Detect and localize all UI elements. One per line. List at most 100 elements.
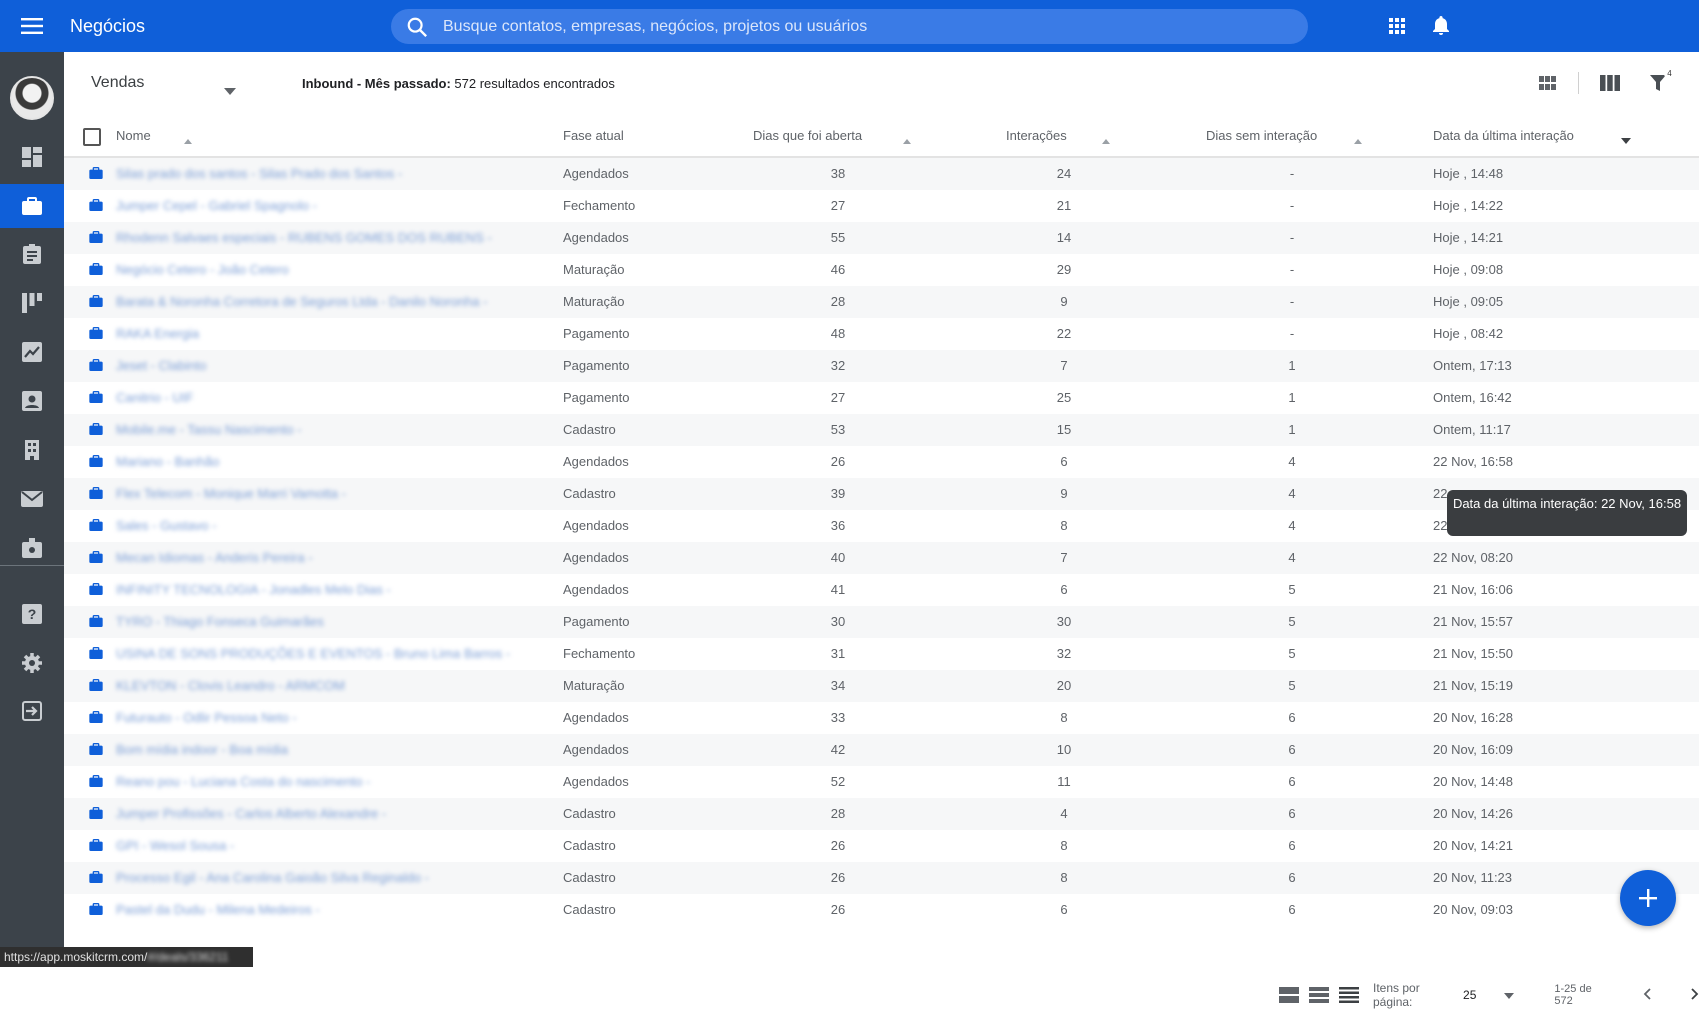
deal-name-link[interactable]: Pastel da Dudu - Milena Medeiros - <box>116 902 320 917</box>
deal-name-link[interactable]: TYRO - Thiago Fonseca Guimarães <box>116 614 324 629</box>
density-compact-icon[interactable] <box>1339 985 1359 1005</box>
chevron-left-icon[interactable] <box>1643 987 1651 1003</box>
table-row[interactable]: Silas prado dos santos - Silas Prado dos… <box>64 158 1699 190</box>
deal-name-link[interactable]: Flex Telecom - Monique Marri Vamotta - <box>116 486 346 501</box>
case-icon[interactable] <box>0 526 64 570</box>
deal-name-link[interactable]: Rhodenn Salvaes especiais - RUBENS GOMES… <box>116 230 492 245</box>
deal-days-without: 6 <box>1288 902 1296 917</box>
table-row[interactable]: Bom mídia indoor - Boa mídia Agendados 42 1… <box>64 734 1699 766</box>
table-row[interactable]: Processo Egil - Ana Carolina Gaioão Silv… <box>64 862 1699 894</box>
table-row[interactable]: Barata & Noronha Corretora de Seguros Lt… <box>64 286 1699 318</box>
clipboard-icon[interactable] <box>0 232 64 276</box>
search-input[interactable] <box>443 17 1283 36</box>
mail-icon[interactable] <box>0 477 64 521</box>
deal-name-link[interactable]: Jumper Cepel - Gabriel Spagnolo - <box>116 198 317 213</box>
deal-name-link[interactable]: Canitrio - UIF <box>116 390 193 405</box>
table-row[interactable]: INFINITY TECNOLOGIA - Jonadles Melo Dias… <box>64 574 1699 606</box>
deal-name-link[interactable]: Jumper Profissões - Carlos Alberto Alexa… <box>116 806 386 821</box>
table-row[interactable]: Reano pou - Luciana Costa do nascimento … <box>64 766 1699 798</box>
chevron-right-icon[interactable] <box>1691 987 1699 1003</box>
sort-up-icon[interactable] <box>1354 132 1362 147</box>
deal-name-link[interactable]: USINA DE SONS PRODUÇÕES E EVENTOS - Brun… <box>116 646 510 661</box>
deal-name-link[interactable]: RAKA Energia <box>116 326 199 341</box>
table-row[interactable]: Jumper Profissões - Carlos Alberto Alexa… <box>64 798 1699 830</box>
deal-days-without: 6 <box>1288 774 1296 789</box>
deal-name-link[interactable]: GPI - Wesol Sousa - <box>116 838 234 853</box>
help-icon[interactable]: ? <box>0 592 64 636</box>
sort-up-icon[interactable] <box>903 132 911 147</box>
exit-icon[interactable] <box>0 689 64 733</box>
deal-name-link[interactable]: Mobile.me - Tassu Nascimento - <box>116 422 301 437</box>
dashboard-icon[interactable] <box>0 135 64 179</box>
table-row[interactable]: GPI - Wesol Sousa - Cadastro 26 8 6 20 Nov, 1… <box>64 830 1699 862</box>
table-row[interactable]: Pastel da Dudu - Milena Medeiros - Cadast… <box>64 894 1699 926</box>
building-icon[interactable] <box>0 428 64 472</box>
column-header-interactions[interactable]: Interações <box>1006 128 1067 143</box>
menu-icon[interactable] <box>0 0 64 52</box>
results-count: 572 resultados encontrados <box>450 76 615 91</box>
deal-name-link[interactable]: Jeset - Clabinto <box>116 358 206 373</box>
grid-view-icon[interactable] <box>1530 66 1564 100</box>
table-row[interactable]: Negócio Cetero - João Cetero Maturação 46 2… <box>64 254 1699 286</box>
deal-name-link[interactable]: Mecan Idiomas - Anderis Pereira - <box>116 550 313 565</box>
briefcase-icon <box>89 359 103 374</box>
table-row[interactable]: Rhodenn Salvaes especiais - RUBENS GOMES… <box>64 222 1699 254</box>
kanban-icon[interactable] <box>0 281 64 325</box>
pipeline-select[interactable]: Vendas <box>91 74 144 92</box>
deal-name-link[interactable]: Barata & Noronha Corretora de Seguros Lt… <box>116 294 487 309</box>
select-all-checkbox[interactable] <box>83 128 101 146</box>
gear-icon[interactable] <box>0 641 64 685</box>
table-row[interactable]: Canitrio - UIF Pagamento 27 25 1 Ontem, 16:42 <box>64 382 1699 414</box>
deal-stage: Maturação <box>563 294 625 309</box>
contact-card-icon[interactable] <box>0 379 64 423</box>
column-header-days-without[interactable]: Dias sem interação <box>1206 128 1317 143</box>
deal-name-link[interactable]: Mariano - Banhão <box>116 454 219 469</box>
table-row[interactable]: KLEVTON - Clovis Leandro - ARMCOM Maturaç… <box>64 670 1699 702</box>
density-comfortable-icon[interactable] <box>1279 985 1299 1005</box>
sort-up-icon[interactable] <box>1102 132 1110 147</box>
apps-grid-icon[interactable] <box>1383 12 1411 40</box>
deal-name-link[interactable]: KLEVTON - Clovis Leandro - ARMCOM <box>116 678 345 693</box>
bell-icon[interactable] <box>1427 12 1455 40</box>
deal-interactions: 25 <box>1056 390 1072 405</box>
table-row[interactable]: RAKA Energia Pagamento 48 22 - Hoje , 08:42 <box>64 318 1699 350</box>
chevron-down-icon[interactable] <box>1504 988 1515 1002</box>
svg-text:?: ? <box>28 606 37 622</box>
avatar[interactable] <box>10 76 54 120</box>
deal-name-link[interactable]: Silas prado dos santos - Silas Prado dos… <box>116 166 402 181</box>
columns-icon[interactable] <box>1593 66 1627 100</box>
deal-interactions: 11 <box>1057 774 1071 789</box>
table-row[interactable]: USINA DE SONS PRODUÇÕES E EVENTOS - Brun… <box>64 638 1699 670</box>
filter-icon[interactable]: 4 <box>1641 66 1675 100</box>
deal-name-link[interactable]: Futurauto - Odlir Pessoa Neto - <box>116 710 297 725</box>
deal-name-link[interactable]: Negócio Cetero - João Cetero <box>116 262 289 277</box>
items-per-page-select[interactable]: 25 <box>1463 988 1476 1002</box>
sort-up-icon[interactable] <box>184 132 192 147</box>
table-row[interactable]: Jeset - Clabinto Pagamento 32 7 1 Ontem, 17:1… <box>64 350 1699 382</box>
chevron-down-icon[interactable] <box>224 82 236 100</box>
briefcase-icon[interactable] <box>0 184 64 228</box>
add-deal-button[interactable] <box>1620 870 1676 926</box>
column-header-stage[interactable]: Fase atual <box>563 128 624 143</box>
column-header-last-interaction[interactable]: Data da última interação <box>1433 128 1574 143</box>
deal-last-interaction: Hoje , 09:05 <box>1433 294 1504 309</box>
deal-name-link[interactable]: INFINITY TECNOLOGIA - Jonadles Melo Dias… <box>116 582 391 597</box>
url-tail: #/deals/336211 <box>147 950 229 964</box>
sort-down-icon[interactable] <box>1621 132 1631 147</box>
table-row[interactable]: Mariano - Banhão Agendados 26 6 4 22 Nov, 16:… <box>64 446 1699 478</box>
table-row[interactable]: Mobile.me - Tassu Nascimento - Cadastro 53… <box>64 414 1699 446</box>
deal-name-link[interactable]: Bom mídia indoor - Boa mídia <box>116 742 288 757</box>
density-medium-icon[interactable] <box>1309 985 1329 1005</box>
search-bar[interactable] <box>391 9 1308 44</box>
page-title: Negócios <box>70 15 146 36</box>
table-row[interactable]: Futurauto - Odlir Pessoa Neto - Agendados… <box>64 702 1699 734</box>
deal-name-link[interactable]: Reano pou - Luciana Costa do nascimento … <box>116 774 370 789</box>
deal-name-link[interactable]: Processo Egil - Ana Carolina Gaioão Silv… <box>116 870 429 885</box>
column-header-name[interactable]: Nome <box>116 128 151 143</box>
deal-name-link[interactable]: Sales - Gustavo - <box>116 518 216 533</box>
column-header-days-open[interactable]: Dias que foi aberta <box>753 128 862 143</box>
table-row[interactable]: Mecan Idiomas - Anderis Pereira - Agendad… <box>64 542 1699 574</box>
table-row[interactable]: TYRO - Thiago Fonseca Guimarães Pagamento… <box>64 606 1699 638</box>
chart-icon[interactable] <box>0 330 64 374</box>
table-row[interactable]: Jumper Cepel - Gabriel Spagnolo - Fechame… <box>64 190 1699 222</box>
